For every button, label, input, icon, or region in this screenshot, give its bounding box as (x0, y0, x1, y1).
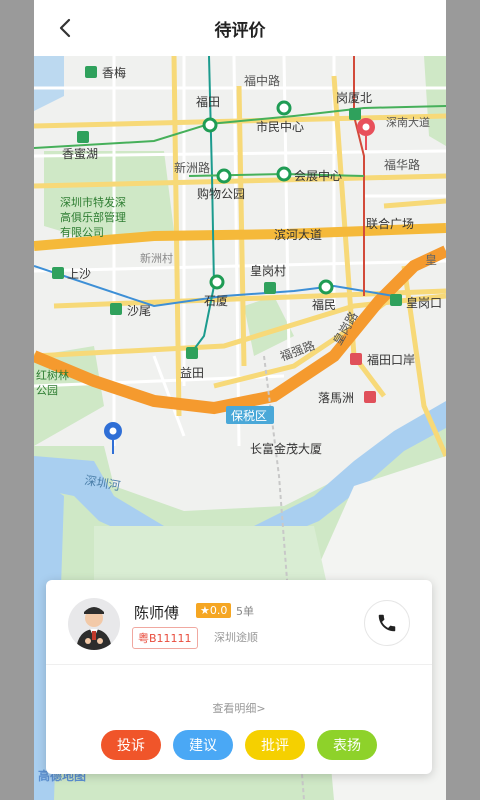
view-details-link[interactable]: 查看明细> (46, 700, 432, 716)
map-label: 岗厦北 (336, 91, 372, 105)
company-name: 深圳途顺 (214, 631, 258, 644)
phone-screen: 待评价 香梅 福田 福中路 市民中心 岗厦北 深南大道 香蜜湖 新洲路 购物公园… (34, 0, 446, 800)
map-label: 沙尾 (127, 304, 151, 318)
map-label: 保税区 (231, 409, 267, 423)
call-button[interactable] (364, 600, 410, 646)
page-title: 待评价 (214, 20, 266, 41)
suggestion-button[interactable]: 建议 (173, 730, 233, 760)
map-label: 滨河大道 (274, 227, 322, 242)
rating-badge: ★0.0 (196, 603, 232, 618)
map-label: 皇 (425, 253, 437, 267)
feedback-actions: 投诉 建议 批评 表扬 (46, 730, 432, 760)
map-label: 香蜜湖 (62, 146, 98, 161)
map-label: 高俱乐部管理 (60, 210, 126, 224)
map-label: 联合广场 (366, 216, 414, 231)
chevron-left-icon (59, 18, 71, 38)
map-label: 福田口岸 (367, 352, 415, 367)
map-label: 深南大道 (386, 115, 430, 129)
map-label: 上沙 (67, 267, 91, 281)
map-label: 落馬洲 (318, 391, 354, 405)
map-label: 益田 (180, 366, 204, 380)
order-count: 5单 (236, 605, 254, 618)
criticism-button[interactable]: 批评 (245, 730, 305, 760)
map-label: 新洲村 (140, 251, 173, 265)
map-label: 皇岗口 (406, 296, 442, 310)
praise-button[interactable]: 表扬 (317, 730, 377, 760)
map-label: 长富金茂大厦 (250, 441, 322, 456)
map-label: 福华路 (384, 157, 420, 172)
map-label: 皇岗村 (250, 264, 286, 278)
map-label: 购物公园 (197, 186, 245, 201)
complaint-button[interactable]: 投诉 (101, 730, 161, 760)
driver-avatar-icon (76, 607, 112, 650)
license-plate: 粤B11111 (132, 627, 198, 649)
map-label: 深圳市特发深 (60, 195, 126, 209)
map-label: 公园 (36, 384, 58, 397)
map-label: 红树林 (36, 368, 69, 382)
map-label: 新洲路 (174, 160, 210, 175)
map-label: 石厦 (204, 294, 228, 308)
map-label: 市民中心 (256, 119, 304, 134)
map-label: 会展中心 (294, 168, 342, 183)
map-label: 有限公司 (60, 225, 104, 239)
back-button[interactable] (52, 14, 80, 42)
map-label: 香梅 (102, 65, 126, 80)
nav-bar: 待评价 (34, 0, 446, 56)
map-label: 福民 (312, 297, 336, 312)
driver-name: 陈师傅 (134, 604, 180, 622)
phone-icon (378, 614, 396, 632)
driver-card: 陈师傅 ★0.0 5单 粤B11111 深圳途顺 查看明细> 投诉 建议 批评 … (46, 580, 432, 774)
divider (46, 664, 432, 665)
destination-pin-icon (357, 118, 375, 150)
map-label: 福田 (196, 94, 220, 109)
origin-pin-icon (104, 422, 122, 454)
driver-avatar (68, 598, 120, 650)
map-label: 福中路 (244, 73, 280, 88)
